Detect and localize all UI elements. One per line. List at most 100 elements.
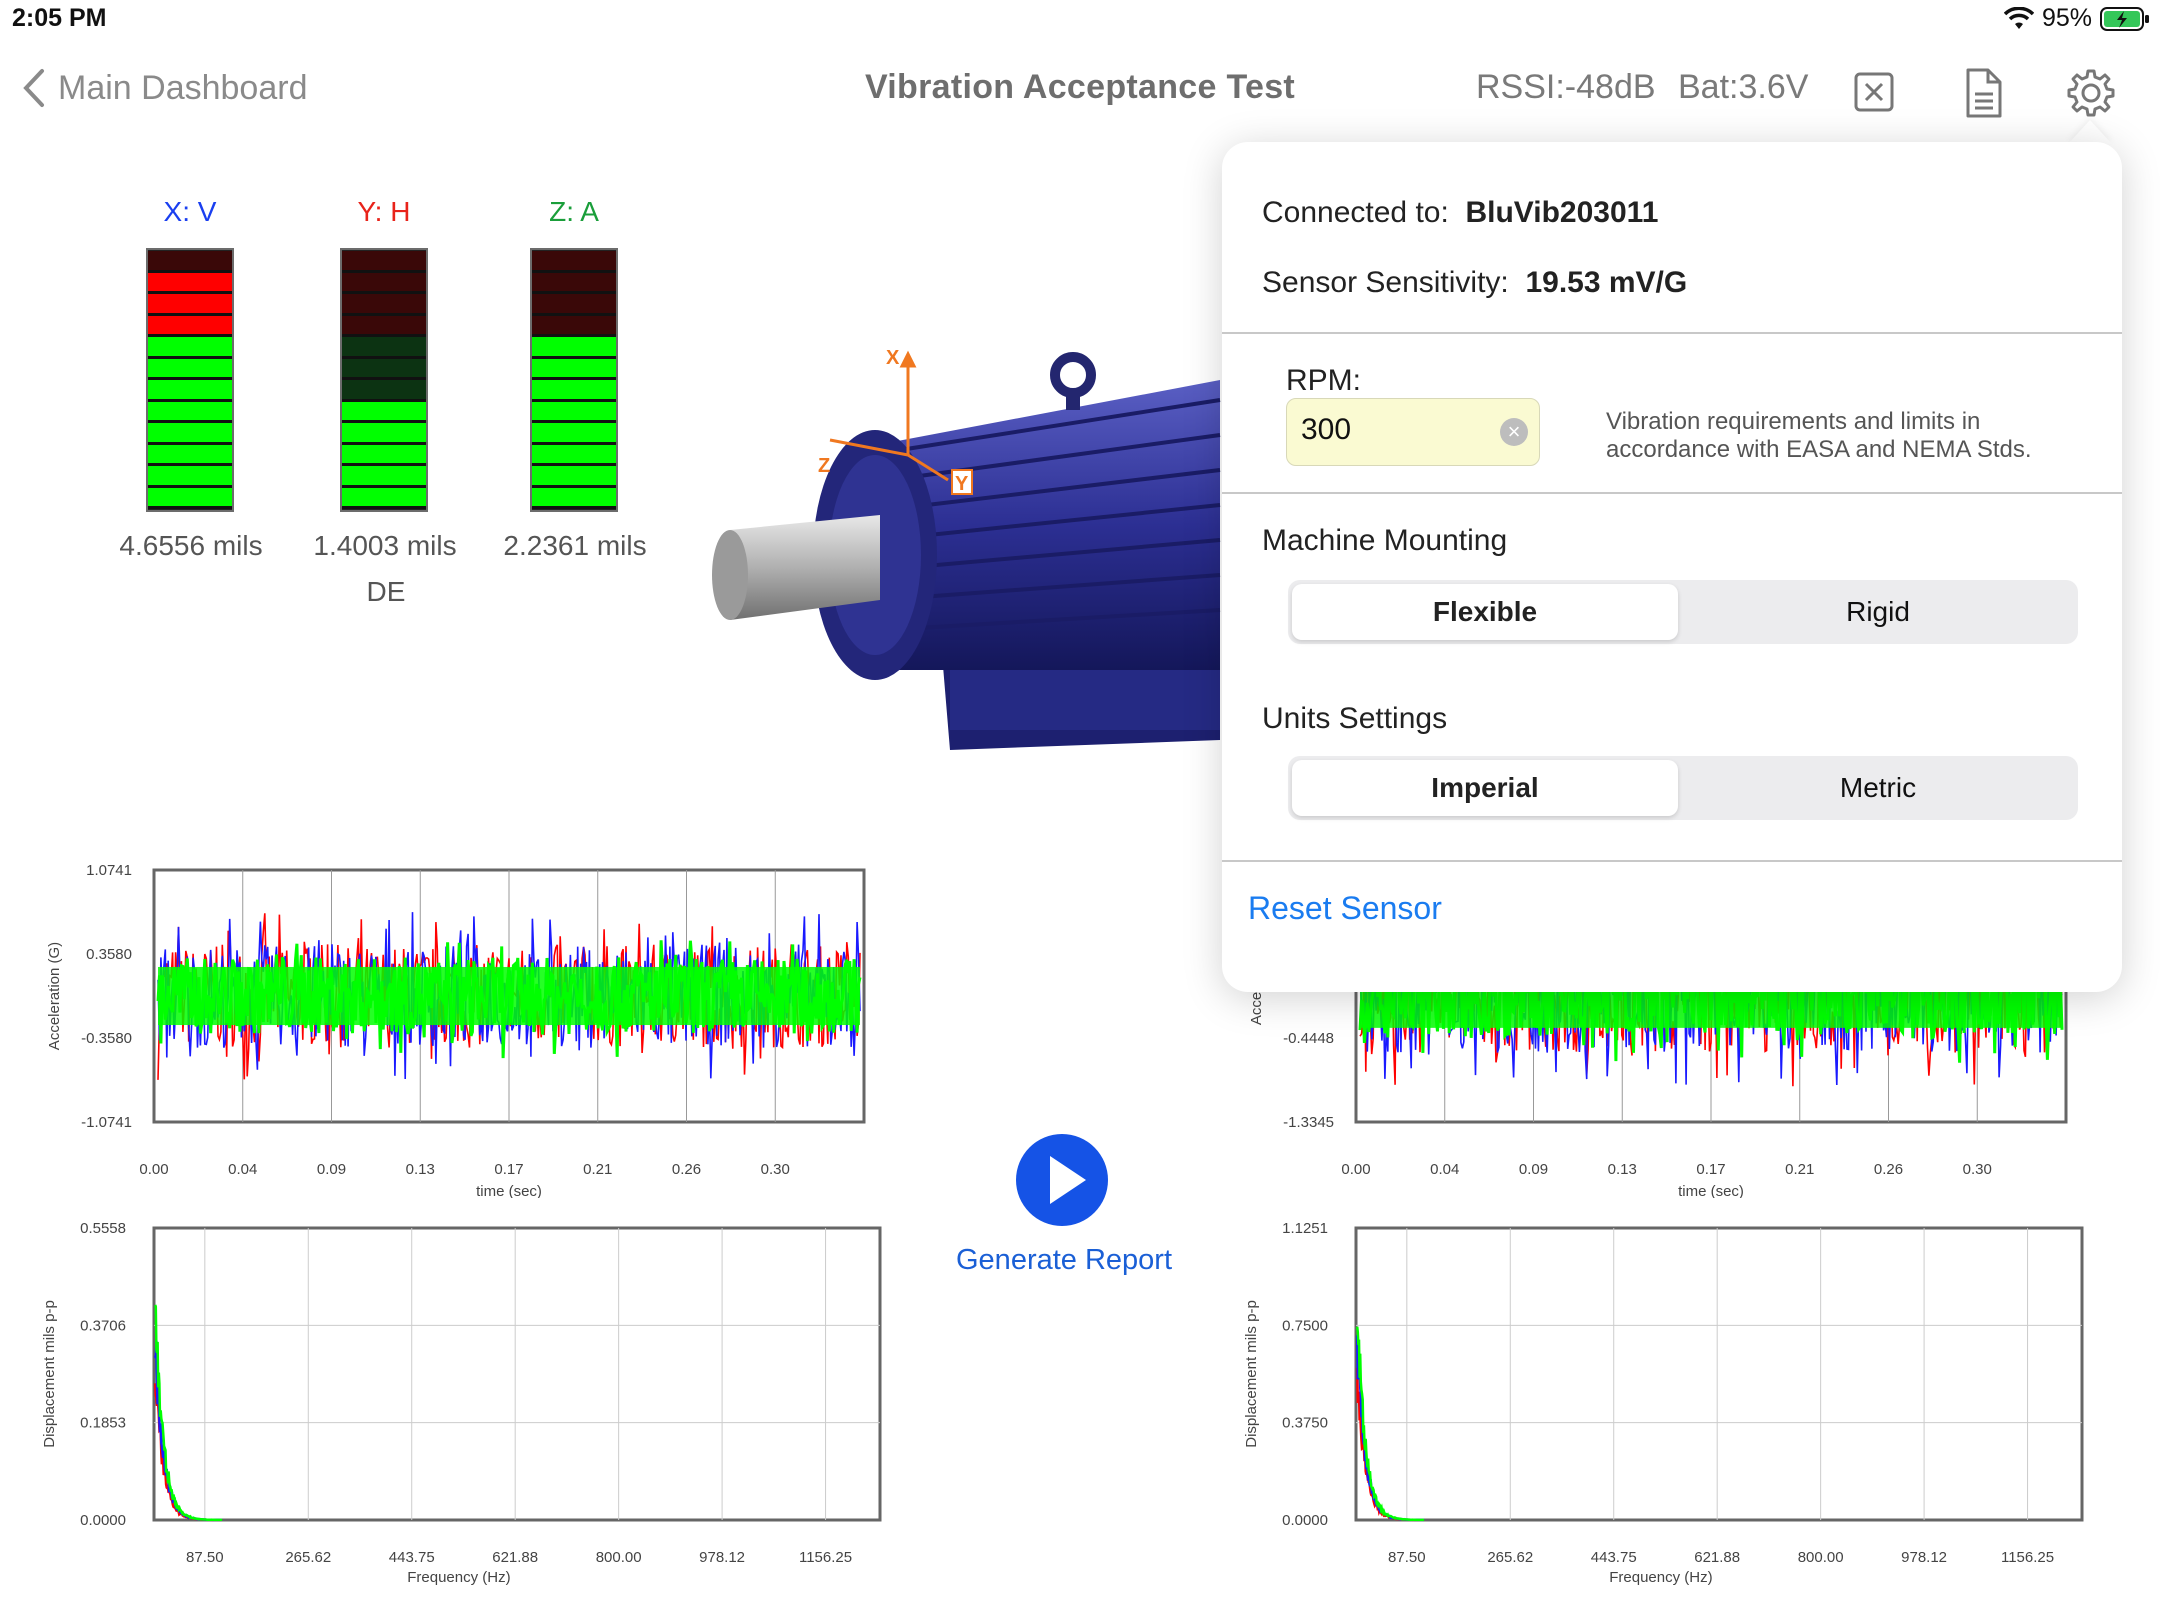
y-tick-label: 0.3750 xyxy=(1282,1415,1328,1432)
close-box-icon[interactable] xyxy=(1848,66,1902,120)
connected-device: BluVib203011 xyxy=(1465,196,1659,229)
gauge-segment xyxy=(148,337,232,359)
gauge-segment xyxy=(148,487,232,509)
x-tick-label: 0.13 xyxy=(406,1161,435,1178)
sensitivity-value: 19.53 mV/G xyxy=(1525,266,1688,299)
divider xyxy=(1222,492,2122,494)
x-tick-label: 265.62 xyxy=(285,1549,331,1566)
gauge-value: 4.6556 mils xyxy=(119,530,263,561)
x-tick-label: 0.04 xyxy=(1430,1161,1459,1178)
gauge-segment xyxy=(342,251,426,273)
gauge-axis-label: Z: A xyxy=(549,196,599,227)
gauge-segment xyxy=(148,423,232,445)
motor-axis-z: Z xyxy=(818,455,830,477)
clear-input-icon[interactable]: × xyxy=(1500,418,1528,446)
units-segmented-control: Imperial Metric xyxy=(1288,756,2078,820)
x-axis-label: Frequency (Hz) xyxy=(1609,1569,1712,1586)
gauge-segment xyxy=(342,337,426,359)
gauge-segment xyxy=(148,444,232,466)
x-tick-label: 1156.25 xyxy=(2001,1549,2054,1566)
plot-frame xyxy=(152,1226,882,1522)
x-tick-label: 443.75 xyxy=(1591,1549,1637,1566)
x-tick-label: 443.75 xyxy=(389,1549,435,1566)
x-tick-label: 800.00 xyxy=(1798,1549,1844,1566)
x-tick-label: 0.00 xyxy=(139,1161,168,1178)
gauge-segment xyxy=(532,272,616,294)
gauge-value: 1.4003 mils xyxy=(313,530,457,561)
spectrum-chart-left: 0.5558 0.3706 0.1853 0.0000 87.50 265.62 443.7… xyxy=(41,1220,882,1586)
x-tick-label: 0.09 xyxy=(317,1161,346,1178)
gauge-segment xyxy=(342,423,426,445)
play-button[interactable] xyxy=(1016,1134,1108,1226)
gauge-segment xyxy=(532,401,616,423)
x-tick-label: 0.00 xyxy=(1341,1161,1370,1178)
y-tick-label: 0.0000 xyxy=(80,1512,126,1529)
gauge-segment xyxy=(148,315,232,337)
sensitivity-row: Sensor Sensitivity: 19.53 mV/G xyxy=(1262,266,1687,300)
x-tick-label: 0.04 xyxy=(228,1161,257,1178)
motor-axis-x: X xyxy=(886,347,900,369)
page-title: Vibration Acceptance Test xyxy=(864,68,1296,106)
x-tick-label: 621.88 xyxy=(1694,1549,1740,1566)
reset-sensor-button[interactable]: Reset Sensor xyxy=(1248,890,1442,927)
spectrum-chart-right: 1.1251 0.7500 0.3750 0.0000 87.50 265.62 443.7… xyxy=(1243,1220,2084,1586)
gauge-segment xyxy=(342,487,426,509)
gauge-segment xyxy=(342,401,426,423)
rpm-label: RPM: xyxy=(1286,364,1361,397)
mounting-option-flexible[interactable]: Flexible xyxy=(1292,584,1678,640)
gauge-location: DE xyxy=(366,576,406,607)
y-axis-label: Displacement mils p-p xyxy=(1243,1300,1260,1448)
gauge-segment xyxy=(532,337,616,359)
wifi-icon xyxy=(2003,6,2034,29)
gauge-segment xyxy=(532,487,616,509)
mounting-option-rigid[interactable]: Rigid xyxy=(1683,584,2073,640)
vibration-bar-gauge xyxy=(146,248,234,512)
units-option-imperial[interactable]: Imperial xyxy=(1292,760,1678,816)
connected-row: Connected to: BluVib203011 xyxy=(1262,196,1658,230)
y-tick-label: -1.0741 xyxy=(81,1114,132,1131)
x-tick-label: 0.17 xyxy=(494,1161,523,1178)
y-tick-label: 0.5558 xyxy=(80,1220,126,1237)
plot-frame xyxy=(1354,1226,2084,1522)
x-tick-label: 0.13 xyxy=(1608,1161,1637,1178)
y-tick-label: 0.1853 xyxy=(80,1415,126,1432)
gauge-segment xyxy=(148,466,232,488)
settings-gear-icon[interactable] xyxy=(2064,66,2118,120)
x-tick-label: 0.17 xyxy=(1696,1161,1725,1178)
units-option-metric[interactable]: Metric xyxy=(1683,760,2073,816)
x-tick-label: 265.62 xyxy=(1487,1549,1533,1566)
gauge-segment xyxy=(342,294,426,316)
y-tick-label: -0.4448 xyxy=(1283,1030,1334,1047)
gauge-segment xyxy=(342,358,426,380)
gauge-segment xyxy=(342,272,426,294)
motor-illustration: X Z Y xyxy=(712,347,1221,750)
x-tick-label: 1156.25 xyxy=(799,1549,852,1566)
y-axis-label: Acceleration (G) xyxy=(46,942,63,1050)
gauge-value: 2.2361 mils xyxy=(503,530,647,561)
x-tick-label: 87.50 xyxy=(186,1549,224,1566)
y-tick-label: -1.3345 xyxy=(1283,1114,1334,1131)
x-tick-label: 87.50 xyxy=(1388,1549,1426,1566)
standards-note: Vibration requirements and limits in acc… xyxy=(1606,408,2032,463)
y-tick-label: 0.0000 xyxy=(1282,1512,1328,1529)
mounting-label: Machine Mounting xyxy=(1262,524,1508,557)
y-tick-label: 0.3706 xyxy=(80,1317,126,1334)
gauge-segment xyxy=(148,358,232,380)
generate-report-link[interactable]: Generate Report xyxy=(956,1244,1172,1277)
gauge-segment xyxy=(148,401,232,423)
gauge-segment xyxy=(532,358,616,380)
gauge-segment xyxy=(532,380,616,402)
rssi-readout: RSSI:-48dB xyxy=(1476,68,1656,106)
battery-percent: 95% xyxy=(2041,4,2092,32)
x-tick-label: 0.26 xyxy=(672,1161,701,1178)
x-tick-label: 0.09 xyxy=(1519,1161,1548,1178)
x-axis-label: Frequency (Hz) xyxy=(407,1569,510,1586)
gauge-segment xyxy=(148,251,232,273)
report-document-icon[interactable] xyxy=(1956,66,2010,120)
x-tick-label: 978.12 xyxy=(1901,1549,1947,1566)
gauge-segment xyxy=(532,444,616,466)
x-axis-label: time (sec) xyxy=(1678,1183,1744,1198)
connected-label: Connected to: xyxy=(1262,196,1449,229)
x-tick-label: 0.21 xyxy=(1785,1161,1814,1178)
y-tick-label: 0.3580 xyxy=(86,946,132,963)
